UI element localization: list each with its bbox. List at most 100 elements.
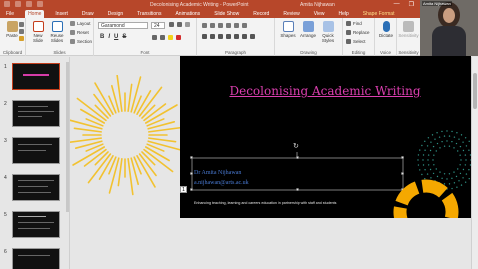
- text-direction-icon[interactable]: [242, 23, 247, 28]
- redo-icon[interactable]: [37, 1, 43, 7]
- tab-transitions[interactable]: Transitions: [134, 10, 164, 18]
- cut-icon[interactable]: [19, 22, 24, 27]
- scrollbar-thumb[interactable]: [473, 73, 477, 109]
- paste-label: Paste: [6, 33, 18, 38]
- bold-button[interactable]: B: [100, 34, 104, 40]
- justify-icon[interactable]: [226, 34, 231, 39]
- teal-dot: [433, 164, 435, 166]
- bullets-icon[interactable]: [202, 23, 207, 28]
- editor-vertical-scrollbar[interactable]: [471, 57, 478, 269]
- replace-button[interactable]: Replace: [346, 30, 370, 35]
- decrease-font-icon[interactable]: [177, 22, 182, 27]
- dictate-label: Dictate: [378, 33, 393, 38]
- new-slide-icon: [32, 21, 44, 32]
- align-left-icon[interactable]: [202, 34, 207, 39]
- char-spacing-icon[interactable]: [152, 35, 157, 40]
- reset-icon: [70, 30, 75, 35]
- align-text-icon[interactable]: [242, 34, 247, 39]
- tab-home[interactable]: Home: [25, 9, 45, 18]
- reset-button[interactable]: Reset: [70, 30, 89, 35]
- layout-button[interactable]: Layout: [70, 21, 91, 26]
- slide-thumbnail[interactable]: 2: [4, 100, 60, 127]
- presenter-face: [443, 8, 455, 23]
- slide-thumbnail[interactable]: 3: [4, 137, 60, 164]
- tab-insert[interactable]: Insert: [52, 10, 71, 18]
- slide-canvas[interactable]: Decolonising Academic Writing ↻ Dr Amita…: [180, 56, 471, 218]
- undo-icon[interactable]: [26, 1, 32, 7]
- resize-handle[interactable]: [296, 188, 299, 191]
- smartart-icon[interactable]: [250, 34, 255, 39]
- highlight-icon[interactable]: [168, 35, 173, 40]
- resize-handle[interactable]: [296, 156, 299, 159]
- teal-dot: [434, 138, 436, 140]
- font-size-field[interactable]: 24: [151, 22, 165, 29]
- slide-thumbnail[interactable]: 4: [4, 174, 60, 201]
- select-button[interactable]: Select: [346, 39, 366, 44]
- clipboard-group: Paste Clipboard: [0, 18, 26, 56]
- minimize-button[interactable]: —: [394, 1, 400, 8]
- account-name[interactable]: Amita Nijhawan: [300, 2, 335, 8]
- arrange-button[interactable]: Arrange: [298, 21, 318, 38]
- tab-animations[interactable]: Animations: [172, 10, 203, 18]
- sensitivity-label: Sensitivity: [398, 50, 419, 55]
- teal-dot: [453, 147, 455, 149]
- copy-icon[interactable]: [19, 29, 24, 34]
- textbox-anchor-icon[interactable]: 1: [180, 186, 187, 193]
- teal-dot: [439, 147, 441, 149]
- tab-record[interactable]: Record: [250, 10, 272, 18]
- editing-group: Find Replace Select Editing: [343, 18, 375, 56]
- font-color-icon[interactable]: [176, 35, 181, 40]
- teal-dot: [460, 159, 462, 161]
- resize-handle[interactable]: [190, 172, 193, 175]
- resize-handle[interactable]: [190, 156, 193, 159]
- underline-button[interactable]: U: [114, 34, 118, 40]
- teal-dot: [417, 159, 419, 161]
- columns-icon[interactable]: [234, 34, 239, 39]
- tab-slide-show[interactable]: Slide Show: [211, 10, 242, 18]
- thumbnails-scrollbar[interactable]: [66, 62, 69, 212]
- shapes-button[interactable]: Shapes: [278, 21, 298, 38]
- quick-styles-label: Quick Styles: [321, 33, 335, 43]
- slide-thumbnail[interactable]: 5: [4, 211, 60, 238]
- dictate-button[interactable]: Dictate: [377, 21, 395, 38]
- align-right-icon[interactable]: [218, 34, 223, 39]
- find-button[interactable]: Find: [346, 21, 362, 26]
- change-case-icon[interactable]: [160, 35, 165, 40]
- clear-format-icon[interactable]: [185, 22, 190, 27]
- resize-handle[interactable]: [190, 188, 193, 191]
- decrease-indent-icon[interactable]: [218, 23, 223, 28]
- tab-design[interactable]: Design: [105, 10, 127, 18]
- strikethrough-button[interactable]: S: [122, 34, 126, 40]
- slide-number: 2: [4, 101, 7, 107]
- format-painter-icon[interactable]: [19, 36, 24, 41]
- teal-dot: [438, 136, 441, 138]
- tab-review[interactable]: Review: [280, 10, 302, 18]
- increase-font-icon[interactable]: [169, 22, 174, 27]
- tab-file[interactable]: File: [3, 10, 17, 18]
- increase-indent-icon[interactable]: [226, 23, 231, 28]
- sensitivity-button[interactable]: Sensitivity: [398, 21, 419, 38]
- restore-button[interactable]: ❐: [409, 1, 414, 8]
- quick-styles-button[interactable]: Quick Styles: [318, 21, 338, 43]
- tab-shape-format[interactable]: Shape Format: [360, 10, 398, 18]
- paste-button[interactable]: Paste: [4, 21, 20, 38]
- autosave-icon[interactable]: [4, 1, 10, 7]
- line-spacing-icon[interactable]: [234, 23, 239, 28]
- italic-button[interactable]: I: [108, 34, 110, 40]
- slide-thumbnail[interactable]: 6: [4, 248, 60, 269]
- tab-draw[interactable]: Draw: [79, 10, 97, 18]
- tab-view[interactable]: View: [311, 10, 328, 18]
- font-name-field[interactable]: Garamond: [98, 22, 148, 29]
- ring-segment: [393, 206, 408, 218]
- numbering-icon[interactable]: [210, 23, 215, 28]
- resize-handle[interactable]: [401, 156, 404, 159]
- section-button[interactable]: Section: [70, 39, 92, 44]
- replace-icon: [346, 30, 351, 35]
- tab-help[interactable]: Help: [335, 10, 351, 18]
- align-center-icon[interactable]: [210, 34, 215, 39]
- slide-thumbnail[interactable]: 1: [4, 63, 60, 90]
- reuse-slides-button[interactable]: Reuse Slides: [48, 21, 66, 43]
- thumb-text-line: [18, 186, 48, 187]
- save-icon[interactable]: [15, 1, 21, 7]
- new-slide-button[interactable]: New Slide: [29, 21, 47, 43]
